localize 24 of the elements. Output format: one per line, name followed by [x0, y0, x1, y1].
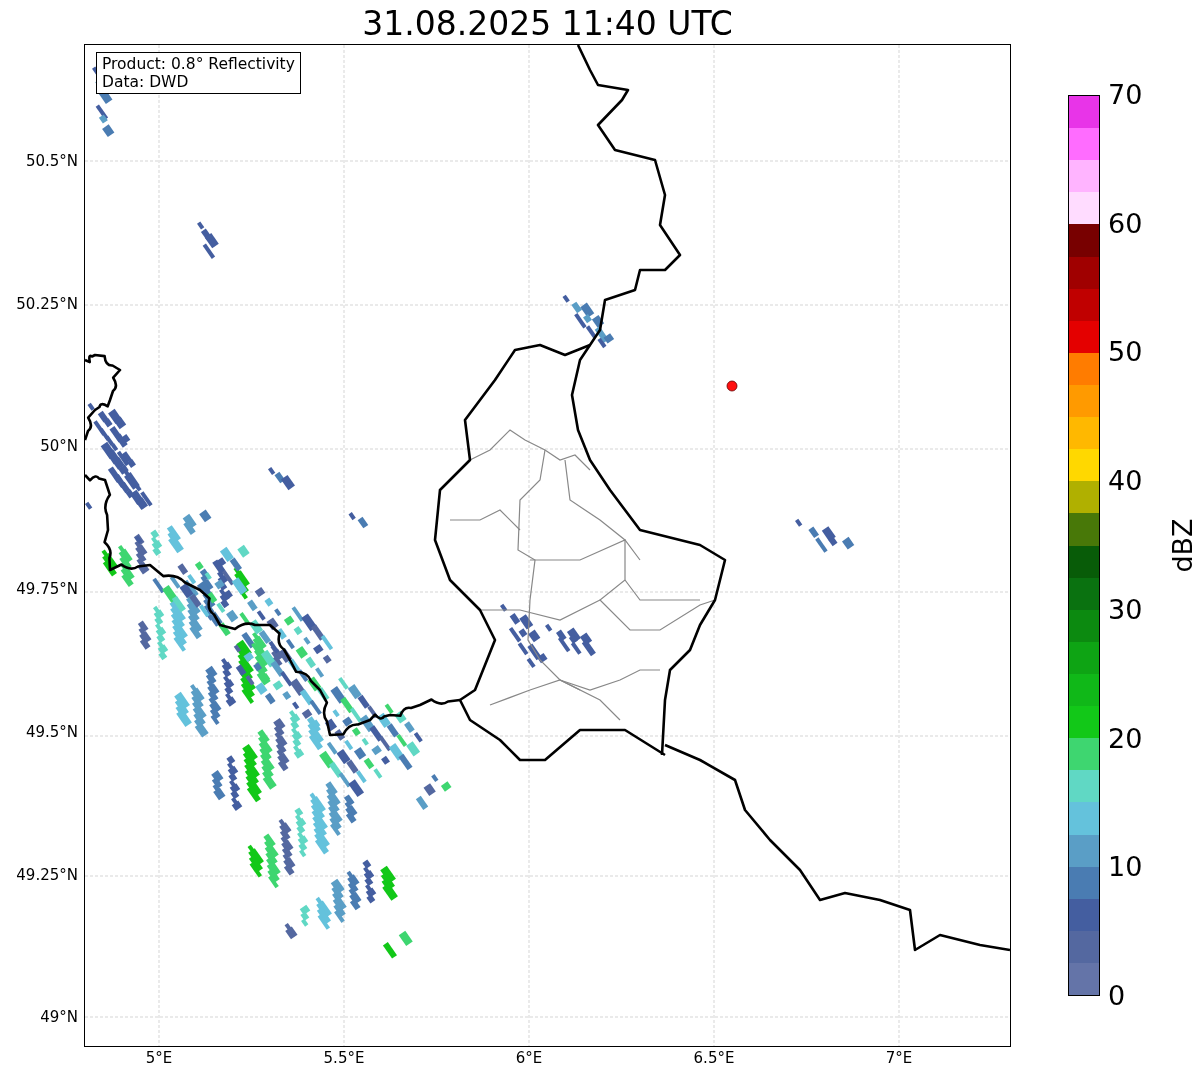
colorbar-tick-label: 40	[1108, 465, 1143, 498]
latitude-label: 49°N	[40, 1008, 78, 1027]
latitude-label: 49.5°N	[25, 722, 78, 741]
latitude-label: 49.75°N	[16, 580, 78, 599]
colorbar-tick-label: 10	[1108, 851, 1143, 884]
chart-title: 31.08.2025 11:40 UTC	[361, 4, 734, 43]
legend-text: Data: DWD	[102, 73, 190, 91]
longitude-label: 5°E	[144, 1049, 174, 1067]
colorbar-tick-label: 60	[1108, 207, 1143, 240]
legend-text: Product: 0.8° Reflectivity	[102, 55, 295, 73]
colorbar-tick-label: 20	[1108, 722, 1143, 755]
latitude-label: 49.25°N	[16, 865, 78, 884]
latitude-label: 50°N	[40, 437, 78, 456]
colorbar-tick-label: 70	[1108, 79, 1143, 111]
colorbar-label: dBZ	[1166, 518, 1198, 573]
longitude-label: 7°E	[884, 1049, 914, 1067]
colorbar-tick-label: 0	[1108, 980, 1126, 1012]
latitude-label: 50.25°N	[16, 294, 78, 313]
longitude-label: 6.5°E	[692, 1049, 736, 1067]
colorbar-tick-label: 30	[1108, 593, 1143, 626]
longitude-label: 5.5°E	[322, 1049, 366, 1067]
latitude-label: 50.5°N	[25, 152, 78, 170]
longitude-label: 6°E	[514, 1049, 544, 1067]
colorbar-tick-label: 50	[1108, 336, 1143, 369]
